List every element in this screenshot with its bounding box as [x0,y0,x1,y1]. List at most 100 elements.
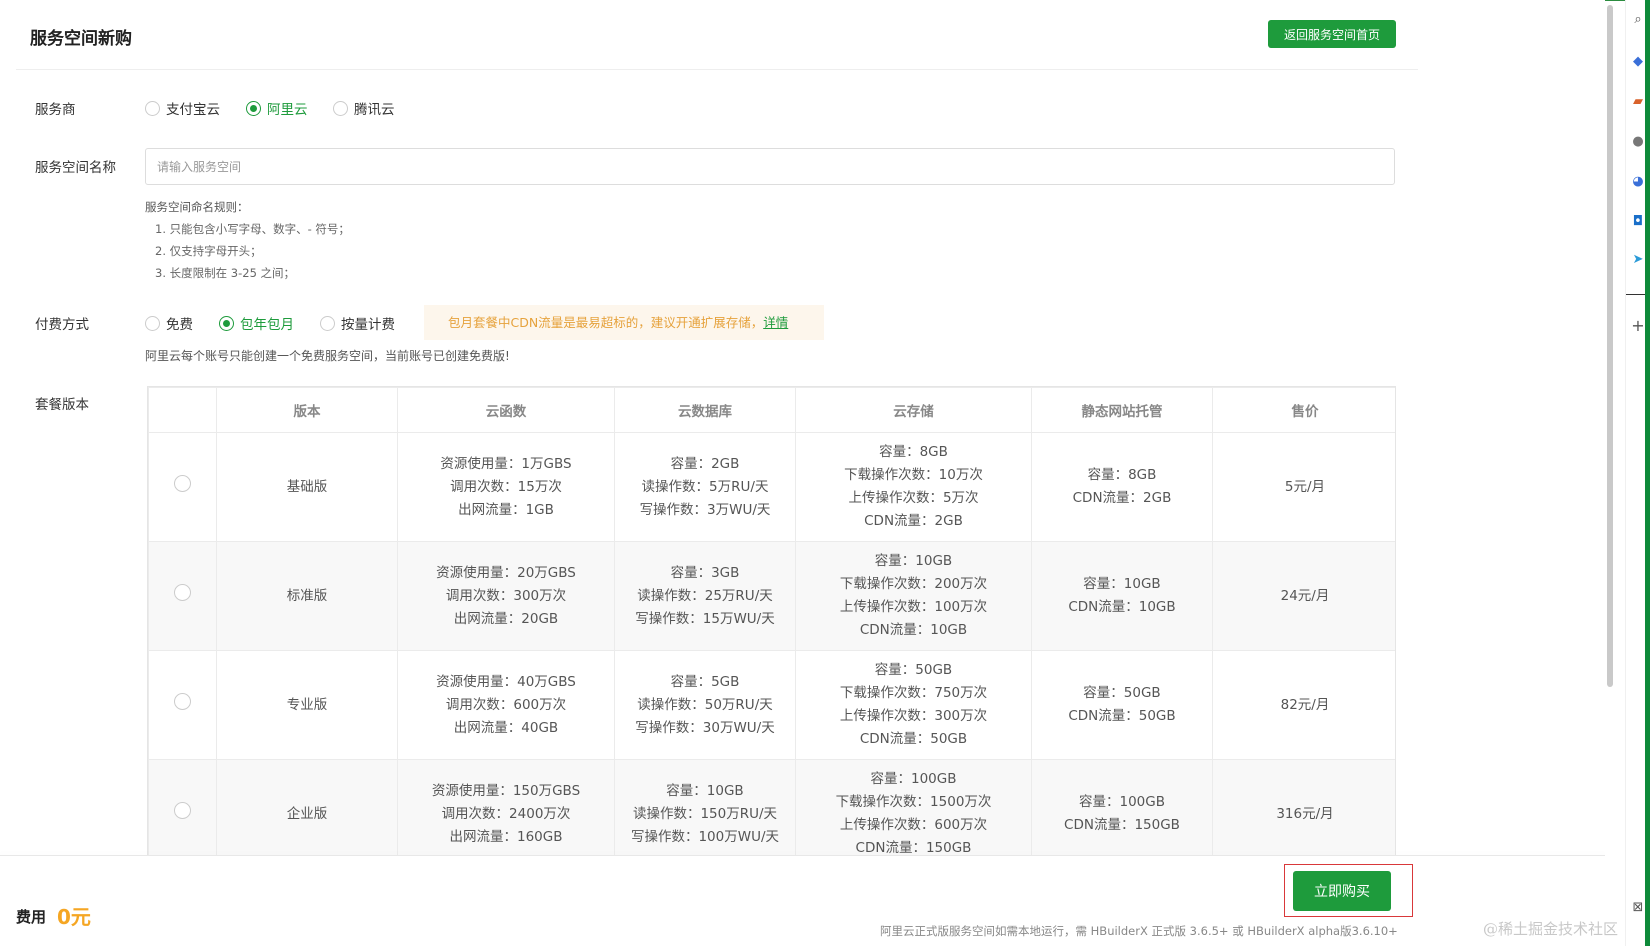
cell-line: 容量：100GB [1079,794,1165,810]
cell-line: CDN流量：50GB [1068,708,1176,724]
table-row[interactable]: 专业版 资源使用量：40万GBS 调用次数：600万次 出网流量：40GB 容量… [148,650,1395,760]
cell-line: 写操作数：30万WU/天 [635,719,775,736]
chrome-icon[interactable]: ◕ [1630,174,1646,190]
plan-select-cell[interactable] [148,650,217,760]
radio-icon [320,315,335,331]
radio-label: 免费 [166,317,193,333]
column-header-functions: 云函数 [397,387,615,433]
radio-label: 按量计费 [341,317,395,333]
payment-option-monthly[interactable]: 包年包月 [219,313,294,333]
plan-select-cell[interactable] [148,541,217,651]
cell-line: 容量：5GB [670,673,740,690]
plan-radio-icon[interactable] [174,692,191,710]
radio-icon [333,100,348,116]
plan-select-cell[interactable] [148,432,217,542]
column-header-hosting: 静态网站托管 [1031,387,1213,433]
cell-line: CDN流量：2GB [1072,490,1172,506]
cell-line: 容量：50GB [1083,685,1161,701]
plan-radio-icon[interactable] [174,474,191,492]
radio-label: 包年包月 [240,317,294,333]
functions-cell: 资源使用量：20万GBS 调用次数：300万次 出网流量：20GB [397,541,615,651]
cell-line: 资源使用量：20万GBS [436,564,576,581]
cell-line: 下载操作次数：750万次 [839,685,988,701]
back-to-home-button[interactable]: 返回服务空间首页 [1268,20,1396,48]
radio-icon [145,100,160,116]
cell-line: 容量：10GB [874,553,953,569]
screenshot-icon[interactable]: ⊠ [1630,900,1646,916]
cell-line: 写操作数：100万WU/天 [630,828,780,845]
fee-value: 0元 [57,905,91,929]
provider-option-tencent[interactable]: 腾讯云 [333,98,395,118]
price-cell: 24元/月 [1212,541,1395,651]
cell-line: 上传操作次数：600万次 [839,817,988,833]
provider-option-alipay[interactable]: 支付宝云 [145,98,220,118]
outlook-icon[interactable]: ◘ [1630,214,1646,230]
storage-cell: 容量：8GB 下载操作次数：10万次 上传操作次数：5万次 CDN流量：2GB [795,432,1032,542]
space-name-input[interactable] [145,148,1395,185]
column-header-select [148,387,217,433]
cell-line: 出网流量：160GB [449,828,563,845]
radio-checked-icon [219,315,234,331]
cell-line: 容量：3GB [670,564,740,581]
cell-line: 调用次数：300万次 [445,587,567,604]
purchase-footer: 费用 0元 立即购买 阿里云正式版服务空间如需本地运行，需 HBuilderX … [0,856,1605,946]
fee-label: 费用 [16,908,47,926]
plans-table: 版本 云函数 云数据库 云存储 静态网站托管 售价 基础版 资源使用量：1万GB… [148,387,1395,856]
send-icon[interactable]: ➤ [1630,252,1646,268]
briefcase-icon[interactable]: ▰ [1630,94,1646,110]
tag-icon[interactable]: ◆ [1630,54,1646,70]
plan-name: 企业版 [216,759,398,856]
table-row[interactable]: 基础版 资源使用量：1万GBS 调用次数：15万次 出网流量：1GB 容量：2G… [148,432,1395,542]
cell-line: 出网流量：1GB [458,501,554,518]
table-row[interactable]: 标准版 资源使用量：20万GBS 调用次数：300万次 出网流量：20GB 容量… [148,541,1395,651]
cell-line: 读操作数：5万RU/天 [641,478,769,495]
functions-cell: 资源使用量：40万GBS 调用次数：600万次 出网流量：40GB [397,650,615,760]
plus-icon[interactable]: + [1630,318,1646,334]
plan-name: 专业版 [216,650,398,760]
storage-cell: 容量：10GB 下载操作次数：200万次 上传操作次数：100万次 CDN流量：… [795,541,1032,651]
radio-label: 腾讯云 [354,102,395,118]
table-header-row: 版本 云函数 云数据库 云存储 静态网站托管 售价 [148,387,1395,433]
cell-line: 读操作数：150万RU/天 [632,805,778,822]
payment-option-pay-as-you-go[interactable]: 按量计费 [320,313,395,333]
main-panel: 服务空间新购 返回服务空间首页 服务商 支付宝云 阿里云 腾讯云 服务空间名称 … [0,0,1605,946]
radio-icon [145,315,160,331]
table-row[interactable]: 企业版 资源使用量：150万GBS 调用次数：2400万次 出网流量：160GB… [148,759,1395,856]
provider-option-aliyun[interactable]: 阿里云 [246,98,308,118]
cell-line: 容量：10GB [1083,576,1161,592]
price-cell: 82元/月 [1212,650,1395,760]
hosting-cell: 容量：10GB CDN流量：10GB [1031,541,1213,651]
column-header-price: 售价 [1212,387,1395,433]
cell-line: CDN流量：10GB [1068,599,1176,615]
cell-line: CDN流量：10GB [859,622,968,638]
naming-rule: 2. 仅支持字母开头； [155,244,262,258]
vertical-scrollbar[interactable] [1607,5,1613,687]
cell-line: 资源使用量：150万GBS [431,782,581,799]
column-header-storage: 云存储 [795,387,1032,433]
cdn-notice-details-link[interactable]: 详情 [763,315,788,330]
cell-line: 上传操作次数：300万次 [839,708,988,724]
cell-line: 容量：8GB [1087,467,1157,483]
functions-cell: 资源使用量：150万GBS 调用次数：2400万次 出网流量：160GB [397,759,615,856]
cdn-notice: 包月套餐中CDN流量是最易超标的，建议开通扩展存储，详情 [424,305,824,340]
plan-radio-icon[interactable] [174,801,191,819]
cell-line: CDN流量：2GB [864,513,963,529]
search-icon[interactable]: ⌕ [1630,12,1646,28]
plan-radio-icon[interactable] [174,583,191,601]
cell-line: CDN流量：150GB [1064,817,1180,833]
cell-line: 容量：10GB [666,782,744,799]
cell-line: 写操作数：15万WU/天 [635,610,775,627]
local-run-note: 阿里云正式版服务空间如需本地运行，需 HBuilderX 正式版 3.6.5+ … [880,924,1398,938]
users-icon[interactable]: ● [1630,134,1646,150]
cell-line: 出网流量：20GB [453,610,559,627]
cell-line: 调用次数：600万次 [445,696,567,713]
cell-line: 资源使用量：40万GBS [436,673,576,690]
plans-label: 套餐版本 [35,397,89,413]
cdn-notice-text: 包月套餐中CDN流量是最易超标的，建议开通扩展存储， [448,315,764,330]
payment-option-free[interactable]: 免费 [145,313,193,333]
price-cell: 316元/月 [1212,759,1395,856]
buy-now-button[interactable]: 立即购买 [1293,871,1391,911]
database-cell: 容量：2GB 读操作数：5万RU/天 写操作数：3万WU/天 [614,432,796,542]
cell-line: 读操作数：50万RU/天 [637,696,773,713]
plan-select-cell[interactable] [148,759,217,856]
